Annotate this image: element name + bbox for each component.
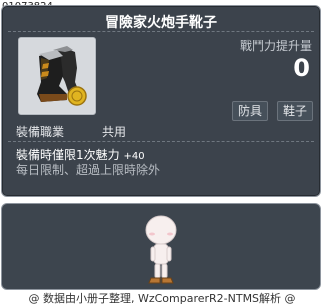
tag-armor: 防具 <box>232 101 269 121</box>
combat-power-value: 0 <box>293 54 310 82</box>
cannoneer-boots-icon <box>20 39 94 113</box>
tag-shoes: 鞋子 <box>277 101 314 121</box>
divider <box>8 141 314 142</box>
limit-text: 每日限制、超過上限時除外 <box>16 163 161 177</box>
item-icon-frame <box>18 37 96 115</box>
equip-restriction-text: 裝備時僅限1次魅力 <box>16 148 120 162</box>
blank-character-avatar <box>145 215 177 284</box>
job-label: 裝備職業 <box>16 125 65 139</box>
item-tooltip: 冒險家火炮手靴子 戰鬥力提升量 0 防具 鞋子 裝備職業 共用 裝備時僅限1次魅… <box>1 5 321 197</box>
item-title: 冒險家火炮手靴子 <box>105 15 217 31</box>
footer-credit: @ 数据由小册子整理, WzComparerR2-NTMS解析 @ <box>28 292 296 305</box>
divider <box>8 31 314 32</box>
combat-power-label: 戰鬥力提升量 <box>239 39 312 53</box>
avatar-preview-panel <box>1 203 321 290</box>
job-value: 共用 <box>102 125 127 139</box>
